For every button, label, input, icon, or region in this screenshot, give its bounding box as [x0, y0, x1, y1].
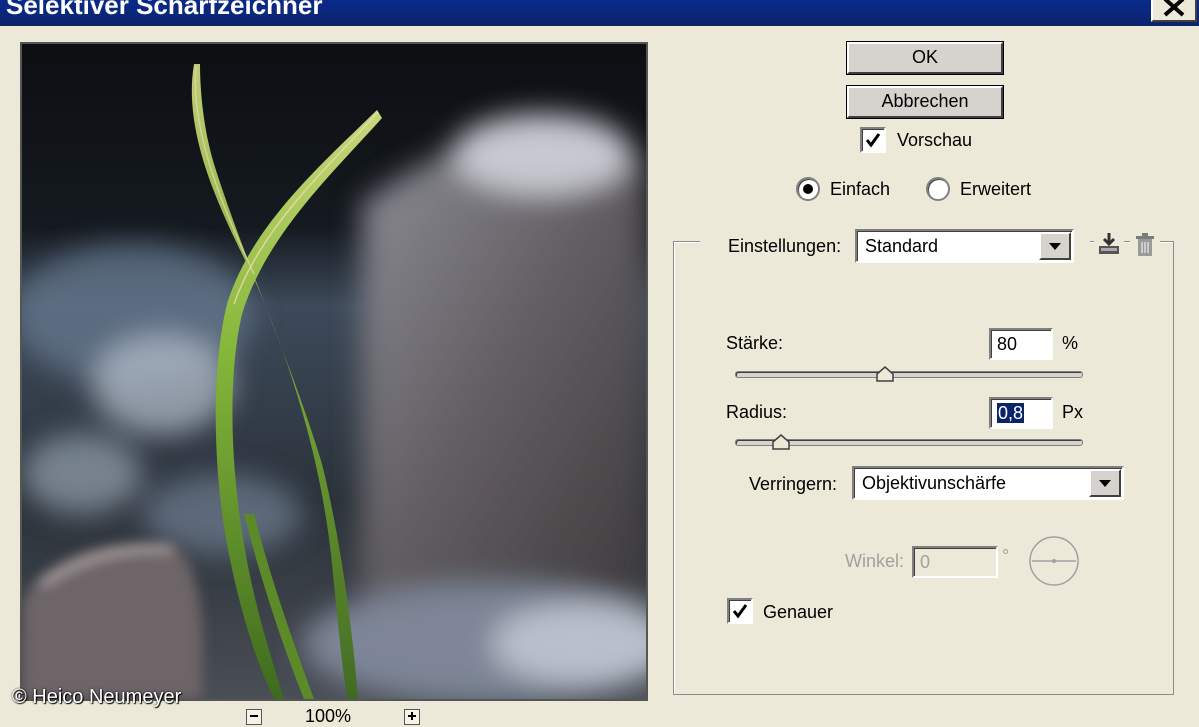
save-icon: [1099, 233, 1119, 254]
remove-dropdown-arrow[interactable]: [1089, 469, 1121, 497]
amount-label: Stärke:: [726, 333, 784, 353]
remove-select[interactable]: Objektivunschärfe: [852, 466, 1124, 500]
copyright-text: © Heico Neumeyer: [12, 686, 182, 708]
trash-icon: [1136, 233, 1154, 256]
radius-slider-thumb[interactable]: [772, 434, 790, 450]
mode-simple-label: Einfach: [830, 179, 891, 199]
radius-unit: Px: [1062, 402, 1084, 422]
preview-checkbox[interactable]: [860, 127, 886, 153]
angle-dial: [1029, 536, 1079, 586]
angle-input: 0: [912, 546, 998, 578]
chevron-down-icon: [1049, 243, 1061, 250]
amount-slider-thumb[interactable]: [876, 366, 894, 382]
ok-button[interactable]: OK: [846, 41, 1004, 75]
remove-label: Verringern:: [749, 474, 838, 494]
amount-unit: %: [1062, 333, 1079, 353]
angle-label: Winkel:: [845, 551, 905, 571]
amount-input[interactable]: 80: [989, 328, 1053, 360]
preview-label: Vorschau: [897, 130, 973, 150]
settings-select[interactable]: Standard: [855, 229, 1074, 263]
preview-image[interactable]: [20, 42, 648, 701]
angle-unit: °: [1002, 546, 1010, 566]
settings-dropdown-arrow[interactable]: [1039, 232, 1071, 260]
checkmark-icon: [732, 604, 748, 619]
mode-simple-radio[interactable]: [796, 177, 820, 201]
settings-label: Einstellungen:: [728, 236, 842, 256]
grass-photo: [22, 44, 646, 699]
minus-icon: [250, 715, 258, 717]
zoom-in-button[interactable]: [404, 709, 420, 725]
checkmark-icon: [865, 133, 881, 148]
more-accurate-checkbox[interactable]: [727, 598, 753, 624]
radio-selected-dot: [803, 184, 813, 194]
cancel-button[interactable]: Abbrechen: [846, 85, 1004, 119]
plus-icon: [408, 712, 416, 720]
window-title: Selektiver Scharfzeichner: [6, 0, 323, 20]
zoom-out-button[interactable]: [246, 709, 262, 725]
more-accurate-label: Genauer: [763, 602, 834, 622]
settings-select-value: Standard: [865, 236, 939, 256]
remove-select-value: Objektivunschärfe: [862, 473, 1007, 493]
title-bar: Selektiver Scharfzeichner: [0, 0, 1199, 26]
mode-advanced-radio[interactable]: [926, 177, 950, 201]
save-settings-button[interactable]: [1094, 230, 1124, 260]
radius-label: Radius:: [726, 402, 788, 422]
chevron-down-icon: [1099, 480, 1111, 487]
delete-settings-button[interactable]: [1130, 230, 1160, 260]
close-icon: [1163, 0, 1185, 17]
radius-input-value: 0,8: [997, 403, 1025, 423]
zoom-level: 100%: [305, 706, 352, 726]
mode-advanced-label: Erweitert: [960, 179, 1032, 199]
close-button[interactable]: [1151, 0, 1197, 22]
amount-slider-track[interactable]: [735, 371, 1083, 378]
radius-input[interactable]: 0,8: [989, 397, 1053, 429]
